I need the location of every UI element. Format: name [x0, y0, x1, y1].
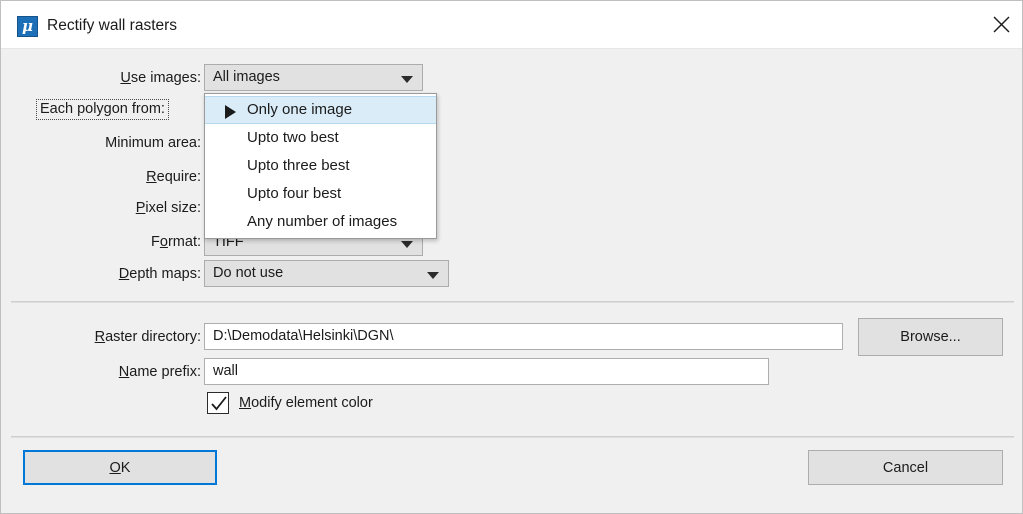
- ok-button-label-rest: K: [120, 459, 131, 476]
- close-button[interactable]: [978, 1, 1022, 47]
- label-raster-directory-rest: aster directory:: [105, 329, 201, 345]
- dropdown-item-any-number-of-images[interactable]: Any number of images: [205, 208, 436, 236]
- title-bar: μ Rectify wall rasters: [1, 1, 1022, 49]
- accel-modify-element-color: M: [239, 395, 252, 411]
- dropdown-item-label: Upto four best: [247, 185, 342, 202]
- combo-depth-maps-value: Do not use: [213, 265, 284, 281]
- dropdown-item-upto-four-best[interactable]: Upto four best: [205, 180, 436, 208]
- accel-depth-maps: D: [118, 266, 130, 282]
- accel-raster-directory: R: [94, 329, 106, 345]
- label-pixel-size-rest: ixel size:: [145, 200, 201, 216]
- label-use-images: Use images:: [41, 70, 201, 86]
- combo-use-images[interactable]: All images: [204, 64, 423, 91]
- label-require: Require:: [41, 169, 201, 185]
- cancel-button[interactable]: Cancel: [808, 450, 1003, 485]
- label-depth-maps: Depth maps:: [41, 266, 201, 282]
- accel-pixel-size: P: [135, 200, 146, 216]
- accel-use-images: U: [120, 70, 131, 86]
- chevron-down-icon: [401, 76, 413, 83]
- section-divider-top: [11, 301, 1014, 303]
- dropdown-item-label: Only one image: [247, 101, 353, 118]
- label-each-polygon-from[interactable]: Each polygon from:: [36, 99, 169, 120]
- dropdown-item-label: Upto three best: [247, 157, 350, 174]
- section-divider-bottom: [11, 436, 1014, 438]
- dropdown-item-label: Upto two best: [247, 129, 339, 146]
- check-icon: [211, 396, 227, 411]
- label-depth-maps-rest: epth maps:: [129, 266, 201, 282]
- label-minimum-area: Minimum area:: [105, 135, 201, 151]
- combo-use-images-value: All images: [213, 69, 280, 85]
- selected-marker-icon: [225, 105, 236, 119]
- label-name-prefix: Name prefix:: [41, 364, 201, 380]
- combo-depth-maps[interactable]: Do not use: [204, 260, 449, 287]
- checkbox-modify-element-color[interactable]: Modify element color: [207, 392, 373, 414]
- accel-ok: O: [109, 459, 121, 476]
- chevron-down-icon: [401, 241, 413, 248]
- label-require-rest: equire:: [156, 169, 201, 185]
- browse-button[interactable]: Browse...: [858, 318, 1003, 356]
- dropdown-item-upto-three-best[interactable]: Upto three best: [205, 152, 436, 180]
- dialog-window: μ Rectify wall rasters Use images: All i…: [0, 0, 1023, 514]
- close-icon: [992, 15, 1011, 34]
- label-format: Format:: [41, 234, 201, 250]
- dropdown-popup-each-polygon-from[interactable]: Only one image Upto two best Upto three …: [204, 93, 437, 239]
- label-raster-directory: Raster directory:: [41, 329, 201, 345]
- checkbox-label-rest: odify element color: [251, 395, 373, 411]
- dropdown-item-label: Any number of images: [247, 213, 398, 230]
- dropdown-item-only-one-image[interactable]: Only one image: [205, 96, 436, 124]
- ok-button-label: OK: [110, 460, 131, 476]
- dropdown-item-upto-two-best[interactable]: Upto two best: [205, 124, 436, 152]
- accel-require: R: [146, 169, 157, 185]
- input-name-prefix[interactable]: wall: [204, 358, 769, 385]
- label-name-prefix-rest: ame prefix:: [129, 364, 201, 380]
- accel-name-prefix: N: [118, 364, 130, 380]
- chevron-down-icon: [427, 272, 439, 279]
- label-format-pre: F: [151, 234, 160, 250]
- ok-button[interactable]: OK: [23, 450, 217, 485]
- checkbox-label: Modify element color: [239, 395, 373, 411]
- window-title: Rectify wall rasters: [47, 17, 178, 34]
- label-pixel-size: Pixel size:: [41, 200, 201, 216]
- accel-format: o: [159, 234, 168, 250]
- label-format-rest: rmat:: [167, 234, 201, 250]
- mu-icon: μ: [17, 16, 38, 37]
- label-use-images-rest: se images:: [130, 70, 201, 86]
- input-raster-directory[interactable]: D:\Demodata\Helsinki\DGN\: [204, 323, 843, 350]
- checkbox-box[interactable]: [207, 392, 229, 414]
